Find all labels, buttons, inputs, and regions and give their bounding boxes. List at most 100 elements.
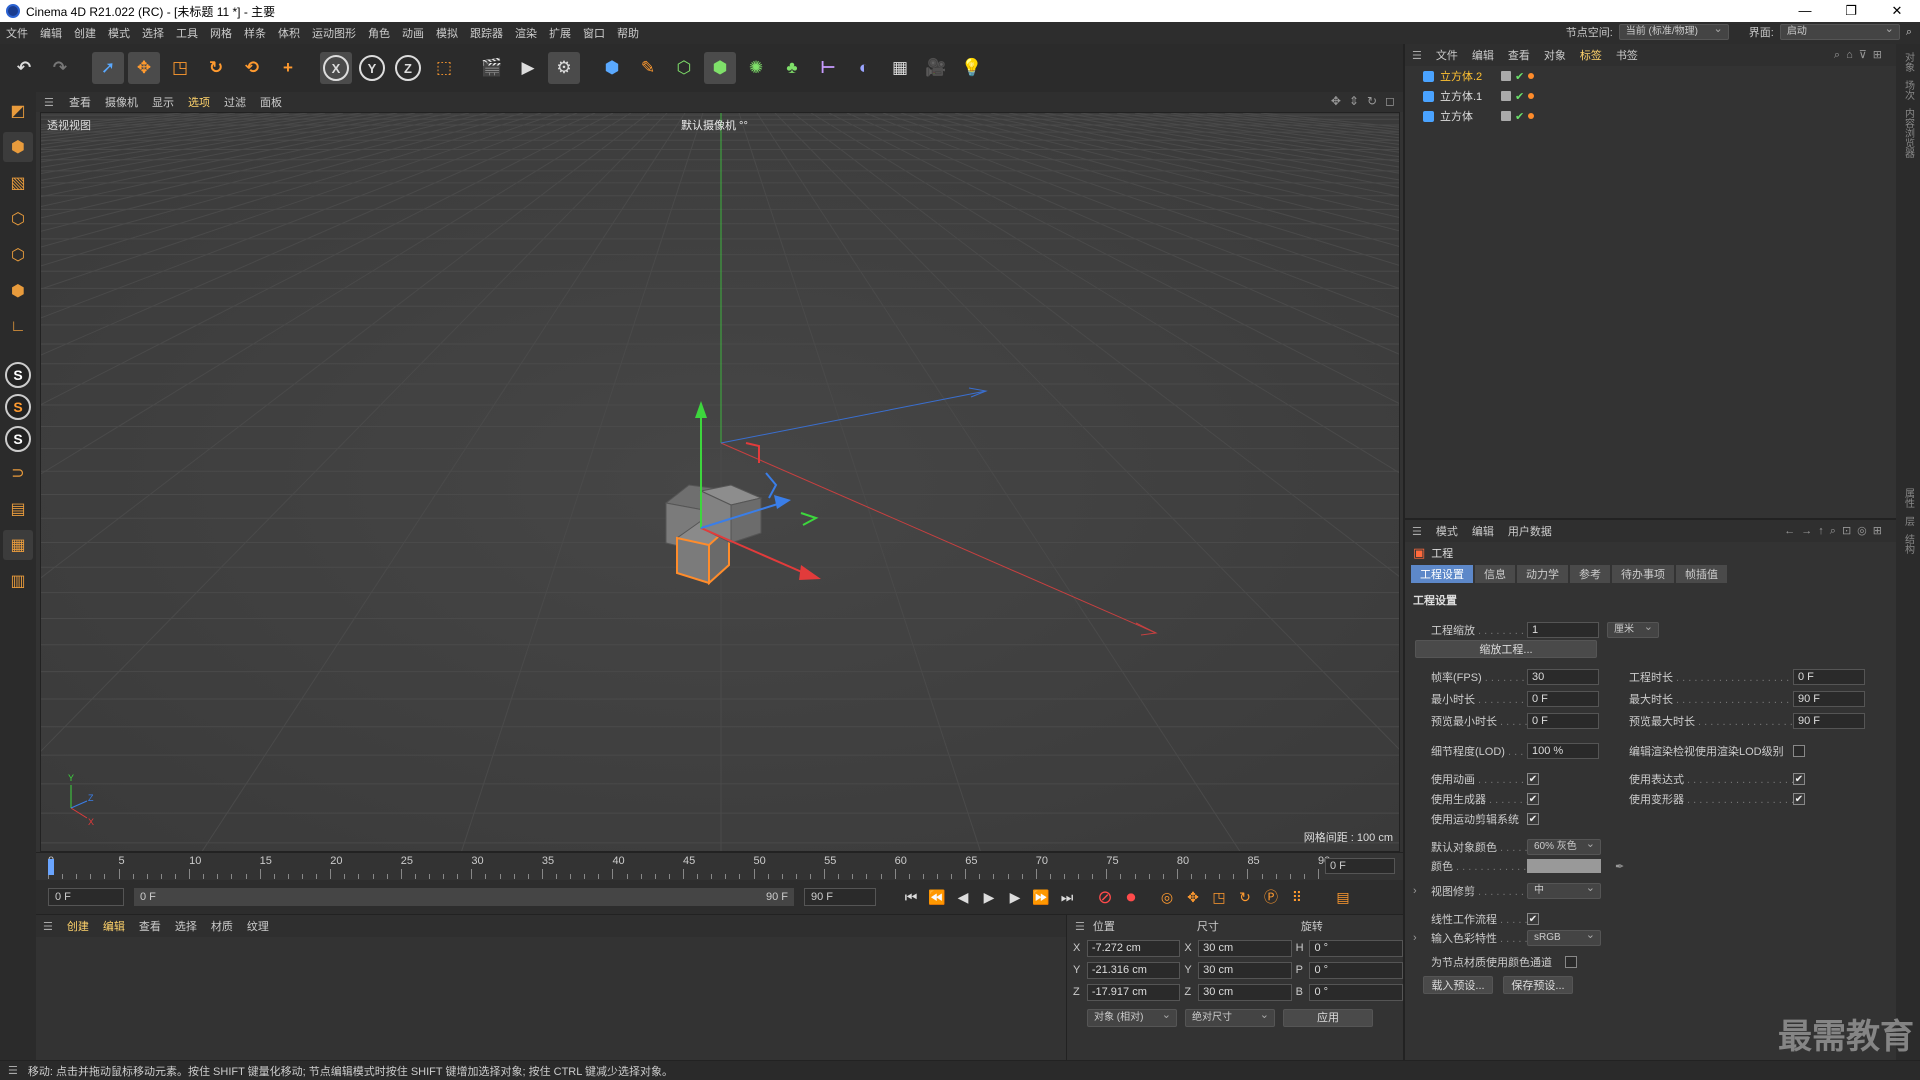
size-y-field[interactable]: 30 cm	[1198, 961, 1292, 979]
current-frame-field[interactable]: 0 F	[1325, 858, 1395, 874]
layer-icon[interactable]	[1501, 91, 1511, 101]
object-row[interactable]: 立方体.1 ✔	[1405, 86, 1896, 106]
preview-min-field[interactable]: 0 F	[1527, 713, 1599, 729]
array-icon[interactable]: ♣	[776, 52, 808, 84]
pan-view-icon[interactable]: ✥	[1331, 94, 1341, 108]
texture-mode-icon[interactable]: ▧	[3, 168, 33, 198]
use-expression-checkbox[interactable]: ✔	[1793, 773, 1805, 785]
viewport-menu-icon[interactable]: ☰	[44, 96, 62, 109]
viewport-menu-panel[interactable]: 面板	[253, 94, 289, 110]
object-menu-file[interactable]: 文件	[1429, 47, 1465, 63]
menu-animate[interactable]: 动画	[396, 25, 430, 41]
use-mograph-checkbox[interactable]: ✔	[1527, 813, 1539, 825]
render-view-icon[interactable]: 🎬	[476, 52, 508, 84]
tab-referencing[interactable]: 参考	[1570, 565, 1610, 583]
subdivision-surface-icon[interactable]: ⬡	[668, 52, 700, 84]
z-axis-lock-icon[interactable]: Z	[395, 55, 421, 81]
apply-button[interactable]: 应用	[1283, 1009, 1373, 1027]
material-menu-icon[interactable]: ☰	[36, 920, 60, 933]
attribute-nav-tools[interactable]: ←→↑⌕⊡◎⊞	[1784, 524, 1888, 538]
object-menu-icon[interactable]: ☰	[1405, 49, 1429, 62]
menu-tracker[interactable]: 跟踪器	[464, 25, 509, 41]
orbit-view-icon[interactable]: ↻	[1367, 94, 1377, 108]
lod-field[interactable]: 100 %	[1527, 743, 1599, 759]
pen-spline-icon[interactable]: ✎	[632, 52, 664, 84]
render-settings-icon[interactable]: ⚙	[548, 52, 580, 84]
visibility-dot-icon[interactable]	[1528, 73, 1535, 79]
layer-icon[interactable]	[1501, 71, 1511, 81]
menu-volume[interactable]: 体积	[272, 25, 306, 41]
menu-help[interactable]: 帮助	[611, 25, 645, 41]
use-deformer-checkbox[interactable]: ✔	[1793, 793, 1805, 805]
fps-field[interactable]: 30	[1527, 669, 1599, 685]
move-tool-icon[interactable]: ✥	[128, 52, 160, 84]
minimize-button[interactable]: —	[1782, 0, 1828, 22]
workplane-icon[interactable]: ▤	[3, 494, 33, 524]
viewport-menu-cameras[interactable]: 摄像机	[98, 94, 145, 110]
key-scale-icon[interactable]: ◳	[1206, 884, 1232, 910]
next-frame-icon[interactable]: ▶	[1002, 884, 1028, 910]
model-mode-icon[interactable]: ⬢	[3, 132, 33, 162]
size-x-field[interactable]: 30 cm	[1198, 939, 1292, 957]
rotation-p-field[interactable]: 0 °	[1309, 961, 1403, 979]
menu-character[interactable]: 角色	[362, 25, 396, 41]
menu-mograph[interactable]: 运动图形	[306, 25, 362, 41]
layer-icon[interactable]	[1501, 111, 1511, 121]
cloner-icon[interactable]: ✺	[740, 52, 772, 84]
viewport-menu-view[interactable]: 查看	[62, 94, 98, 110]
attribute-menu-userdata[interactable]: 用户数据	[1501, 523, 1559, 539]
object-name[interactable]: 立方体.2	[1440, 68, 1500, 84]
view-clip-select[interactable]: 中	[1527, 881, 1601, 899]
timeline-window-icon[interactable]: ▤	[1330, 884, 1356, 910]
search-icon[interactable]: ⌕	[1906, 26, 1912, 39]
y-axis-lock-icon[interactable]: Y	[359, 55, 385, 81]
go-to-start-icon[interactable]: ⏮	[898, 884, 924, 910]
locked-workplane-icon[interactable]: ▦	[3, 530, 33, 560]
menu-create[interactable]: 创建	[68, 25, 102, 41]
material-menu-view[interactable]: 查看	[132, 918, 168, 934]
enabled-check-icon[interactable]: ✔	[1515, 70, 1524, 83]
undo-icon[interactable]: ↶	[8, 52, 40, 84]
side-tab-attributes[interactable]: 属性	[1901, 488, 1916, 508]
menu-file[interactable]: 文件	[0, 25, 34, 41]
render-picture-viewer-icon[interactable]: ▶	[512, 52, 544, 84]
viewport-menu-filter[interactable]: 过滤	[217, 94, 253, 110]
tab-key-interpolation[interactable]: 帧插值	[1676, 565, 1727, 583]
scale-project-button[interactable]: 缩放工程...	[1415, 640, 1597, 658]
menu-tools[interactable]: 工具	[170, 25, 204, 41]
record-active-icon[interactable]: ⊘	[1092, 884, 1118, 910]
object-menu-view[interactable]: 查看	[1501, 47, 1537, 63]
extrude-generator-icon[interactable]: ⬢	[704, 52, 736, 84]
eyedropper-icon[interactable]: ✒	[1615, 860, 1624, 873]
side-tab-layers[interactable]: 层	[1901, 516, 1916, 526]
deformer-icon[interactable]: ⊢	[812, 52, 844, 84]
attribute-menu-mode[interactable]: 模式	[1429, 523, 1465, 539]
key-parameter-icon[interactable]: Ⓟ	[1258, 884, 1284, 910]
perspective-viewport[interactable]: Y X Z 透视视图 默认摄像机 °° 网格间距 : 100 cm	[40, 112, 1400, 852]
menu-extensions[interactable]: 扩展	[543, 25, 577, 41]
snap-icon[interactable]: S	[5, 362, 31, 388]
x-axis-lock-icon[interactable]: X	[323, 55, 349, 81]
status-menu-icon[interactable]: ☰	[8, 1064, 18, 1077]
magnet-tool-icon[interactable]: ⊃	[3, 458, 33, 488]
material-menu-create[interactable]: 创建	[60, 918, 96, 934]
planar-workplane-icon[interactable]: ▥	[3, 566, 33, 596]
position-y-field[interactable]: -21.316 cm	[1086, 961, 1181, 979]
object-name[interactable]: 立方体	[1440, 108, 1500, 124]
field-icon[interactable]: ◐	[848, 52, 880, 84]
menu-window[interactable]: 窗口	[577, 25, 611, 41]
select-pointer-icon[interactable]: ➚	[92, 52, 124, 84]
menu-spline[interactable]: 样条	[238, 25, 272, 41]
menu-render[interactable]: 渲染	[509, 25, 543, 41]
enabled-check-icon[interactable]: ✔	[1515, 90, 1524, 103]
project-scale-unit-select[interactable]: 厘米	[1607, 620, 1659, 638]
material-menu-material[interactable]: 材质	[204, 918, 240, 934]
load-preset-button[interactable]: 载入预设...	[1423, 976, 1493, 994]
tab-todo[interactable]: 待办事项	[1612, 565, 1674, 583]
size-z-field[interactable]: 30 cm	[1198, 983, 1292, 1001]
live-selection-icon[interactable]: +	[272, 52, 304, 84]
menu-select[interactable]: 选择	[136, 25, 170, 41]
object-row[interactable]: 立方体 ✔	[1405, 106, 1896, 126]
side-tab-content-browser[interactable]: 内容浏览器	[1901, 108, 1916, 158]
material-menu-texture[interactable]: 纹理	[240, 918, 276, 934]
